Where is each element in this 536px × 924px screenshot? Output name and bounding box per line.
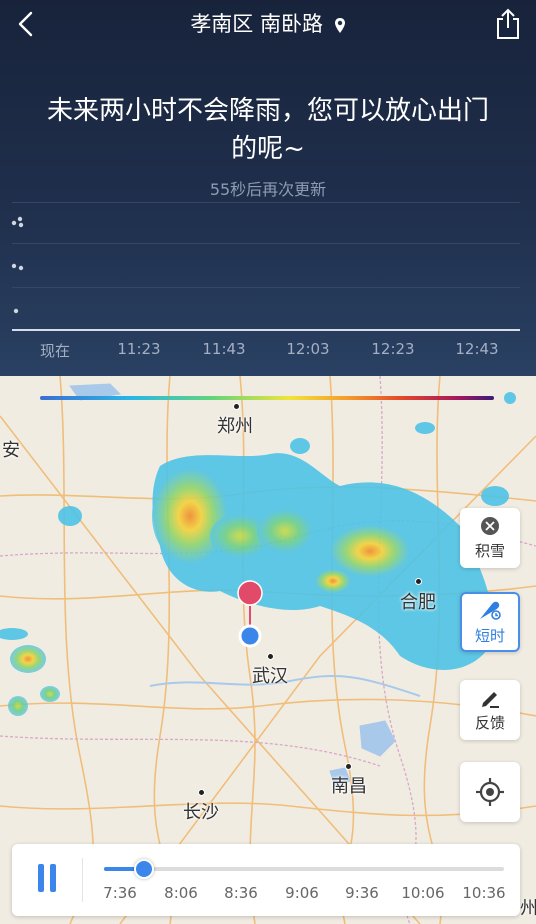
- timeline-tick: 9:06: [285, 884, 319, 902]
- snow-icon: [481, 517, 499, 535]
- forecast-headline: 未来两小时不会降雨，您可以放心出门的呢~: [46, 96, 489, 164]
- location-pin-icon: [334, 17, 345, 33]
- city-dot: [267, 653, 274, 660]
- divider: [82, 858, 83, 902]
- pause-icon: [38, 864, 44, 892]
- city-label-changsha: 长沙: [183, 802, 219, 823]
- grid-line: [12, 287, 520, 288]
- pause-icon: [50, 864, 56, 892]
- time-tick: 11:23: [117, 340, 161, 358]
- short-term-label: 短时: [474, 627, 505, 645]
- city-label-edge: 州: [520, 898, 536, 919]
- time-tick: 11:43: [202, 340, 246, 358]
- locate-button[interactable]: [460, 762, 520, 822]
- snow-label: 积雪: [474, 542, 505, 560]
- timeline-slider[interactable]: [104, 859, 504, 879]
- share-button[interactable]: [488, 4, 528, 44]
- radar-map[interactable]: 郑州 合肥 武汉 南昌 长沙 安 州 积雪 短时 反馈: [0, 376, 536, 924]
- locate-icon: [476, 778, 504, 806]
- timeline-tick: 9:36: [345, 884, 379, 902]
- city-dot: [415, 578, 422, 585]
- snow-layer-button[interactable]: 积雪: [460, 508, 520, 568]
- city-label-zhengzhou: 郑州: [217, 416, 253, 437]
- timeline-tick: 10:36: [462, 884, 506, 902]
- grid-line: [12, 243, 520, 244]
- feedback-button[interactable]: 反馈: [460, 680, 520, 740]
- timeline-tick: 8:06: [164, 884, 198, 902]
- location-label: 孝南区 南卧路: [190, 12, 323, 36]
- light-rain-icon: [13, 308, 19, 314]
- city-dot: [233, 403, 240, 410]
- map-background: [0, 376, 536, 924]
- grid-line: [12, 202, 520, 203]
- short-term-button[interactable]: 短时: [460, 592, 520, 652]
- time-tick: 12:43: [455, 340, 499, 358]
- time-tick: 12:03: [286, 340, 330, 358]
- time-tick: 现在: [39, 342, 70, 360]
- timeline-tick: 8:36: [224, 884, 258, 902]
- city-label-wuhan: 武汉: [252, 666, 288, 687]
- city-label-nanchang: 南昌: [331, 776, 367, 797]
- timeline-tick: 7:36: [103, 884, 137, 902]
- moderate-rain-icon: [11, 263, 24, 271]
- timeline-tick: 10:06: [401, 884, 445, 902]
- feedback-label: 反馈: [474, 714, 505, 732]
- precipitation-legend: [40, 396, 494, 400]
- timeline-thumb[interactable]: [134, 859, 154, 879]
- city-dot: [198, 789, 205, 796]
- pause-button[interactable]: [32, 862, 62, 896]
- time-tick: 12:23: [371, 340, 415, 358]
- short-term-icon: [480, 601, 501, 620]
- city-label-edge: 安: [2, 440, 20, 461]
- location-header[interactable]: 孝南区 南卧路: [0, 8, 536, 40]
- time-axis: [12, 329, 520, 331]
- update-note: 55秒后再次更新: [209, 180, 327, 199]
- city-label-hefei: 合肥: [400, 592, 436, 613]
- radar-timeline-player: 7:36 8:06 8:36 9:06 9:36 10:06 10:36: [12, 844, 520, 916]
- feedback-edit-icon: [482, 692, 499, 708]
- forecast-panel: 孝南区 南卧路 未来两小时不会降雨，您可以放心出门的呢~ 55秒后再次更新 现在…: [0, 0, 536, 376]
- city-dot: [345, 763, 352, 770]
- heavy-rain-icon: [11, 216, 24, 228]
- share-icon: [497, 8, 519, 39]
